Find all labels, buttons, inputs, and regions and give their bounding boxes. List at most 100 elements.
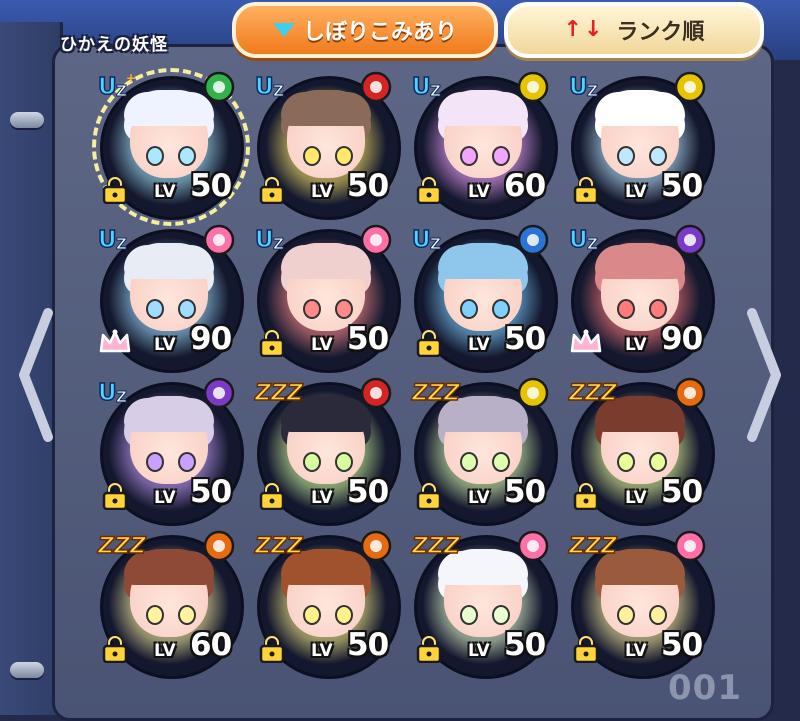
level-value: 50: [504, 474, 546, 510]
tribe-tough-icon: [673, 376, 707, 410]
rank-zzz-icon: ZZZ: [567, 376, 623, 407]
yokai-eye: [303, 452, 321, 472]
rank-uz-icon: UZ: [567, 70, 623, 101]
sort-arrows-icon: ↑ ↓: [563, 17, 603, 42]
yokai-card[interactable]: ZZZ LV 50: [565, 527, 715, 679]
yokai-eye: [617, 146, 635, 166]
yokai-eye: [335, 146, 353, 166]
previous-page-button[interactable]: [8, 300, 64, 450]
tribe-mysterious-icon: [673, 70, 707, 104]
filter-button[interactable]: しぼりこみあり: [232, 2, 498, 58]
svg-text:U: U: [412, 227, 431, 253]
svg-text:Z: Z: [116, 235, 127, 253]
tribe-eerie-icon: [673, 223, 707, 257]
tribe-eerie-icon: [202, 376, 236, 410]
lock-icon: [573, 176, 599, 205]
svg-text:ZZZ: ZZZ: [568, 534, 618, 559]
rank-uz-icon: UZ: [253, 223, 309, 254]
level-label: LV: [625, 488, 647, 508]
yokai-eye: [617, 605, 635, 625]
svg-text:ZZZ: ZZZ: [411, 381, 461, 406]
yokai-eye: [617, 299, 635, 319]
yokai-card[interactable]: ZZZ LV 50: [408, 374, 558, 526]
level-label: LV: [311, 335, 333, 355]
yokai-eye: [649, 299, 667, 319]
yokai-card[interactable]: UZ LV 90: [94, 221, 244, 373]
lock-icon: [416, 482, 442, 511]
svg-text:Z: Z: [430, 82, 441, 100]
tribe-mysterious-icon: [516, 70, 550, 104]
yokai-card[interactable]: UZ LV 50: [251, 221, 401, 373]
svg-text:U: U: [98, 380, 117, 406]
binder-ring: [10, 662, 44, 678]
level-label: LV: [625, 641, 647, 661]
crown-icon: [98, 327, 132, 357]
sort-button[interactable]: ↑ ↓ ランク順: [504, 2, 764, 58]
svg-text:U: U: [412, 74, 431, 100]
level-label: LV: [154, 488, 176, 508]
rank-uz-icon: UZ: [96, 223, 152, 254]
level-value: 90: [661, 321, 703, 357]
yokai-eye: [617, 452, 635, 472]
level-value: 50: [190, 168, 232, 204]
yokai-card[interactable]: UZ LV 90: [565, 221, 715, 373]
yokai-eye: [460, 605, 478, 625]
level-label: LV: [311, 641, 333, 661]
svg-text:ZZZ: ZZZ: [411, 534, 461, 559]
svg-text:U: U: [255, 74, 274, 100]
lock-icon: [573, 482, 599, 511]
yokai-eye: [178, 452, 196, 472]
yokai-eye: [492, 299, 510, 319]
yokai-card[interactable]: ZZZ LV 50: [251, 527, 401, 679]
yokai-card[interactable]: ZZZ LV 50: [565, 374, 715, 526]
yokai-card[interactable]: ZZZ LV 50: [251, 374, 401, 526]
lock-icon: [259, 329, 285, 358]
level-label: LV: [154, 335, 176, 355]
level-value: 60: [190, 627, 232, 663]
tribe-charming-icon: [202, 223, 236, 257]
crown-icon: [569, 327, 603, 357]
svg-text:Z: Z: [273, 82, 284, 100]
lock-icon: [416, 176, 442, 205]
rank-uz-icon: UZ: [410, 70, 466, 101]
rank-zzz-icon: ZZZ: [410, 529, 466, 560]
tribe-mysterious-icon: [516, 376, 550, 410]
yokai-card[interactable]: ZZZ LV 50: [408, 527, 558, 679]
yokai-card[interactable]: UZ LV 60: [408, 68, 558, 220]
svg-text:+: +: [126, 71, 136, 85]
tribe-tough-icon: [359, 529, 393, 563]
funnel-icon: [272, 23, 295, 37]
yokai-card[interactable]: UZ LV 50: [251, 68, 401, 220]
yokai-eye: [146, 605, 164, 625]
yokai-card[interactable]: UZ LV 50: [408, 221, 558, 373]
level-label: LV: [625, 182, 647, 202]
yokai-card[interactable]: U Z + LV 50: [92, 68, 250, 226]
svg-text:ZZZ: ZZZ: [254, 534, 304, 559]
level-value: 50: [347, 474, 389, 510]
level-label: LV: [311, 182, 333, 202]
level-value: 50: [347, 168, 389, 204]
level-label: LV: [625, 335, 647, 355]
yokai-eye: [335, 452, 353, 472]
chevron-left-icon: [19, 308, 53, 442]
lock-icon: [259, 635, 285, 664]
yokai-eye: [492, 146, 510, 166]
level-label: LV: [311, 488, 333, 508]
next-page-button[interactable]: [736, 300, 792, 450]
svg-text:Z: Z: [116, 388, 127, 406]
yokai-card[interactable]: UZ LV 50: [565, 68, 715, 220]
rank-uz-icon: UZ: [253, 70, 309, 101]
lock-icon: [102, 482, 128, 511]
yokai-eye: [335, 299, 353, 319]
yokai-card[interactable]: ZZZ LV 60: [94, 527, 244, 679]
page-number: 001: [668, 668, 742, 708]
yokai-eye: [303, 299, 321, 319]
level-value: 50: [347, 321, 389, 357]
panel-title: ひかえの妖怪: [60, 35, 168, 55]
tribe-charming-icon: [359, 223, 393, 257]
sort-button-label: ランク順: [616, 20, 705, 45]
level-label: LV: [468, 182, 490, 202]
lock-icon: [259, 176, 285, 205]
yokai-card[interactable]: UZ LV 50: [94, 374, 244, 526]
level-label: LV: [154, 641, 176, 661]
